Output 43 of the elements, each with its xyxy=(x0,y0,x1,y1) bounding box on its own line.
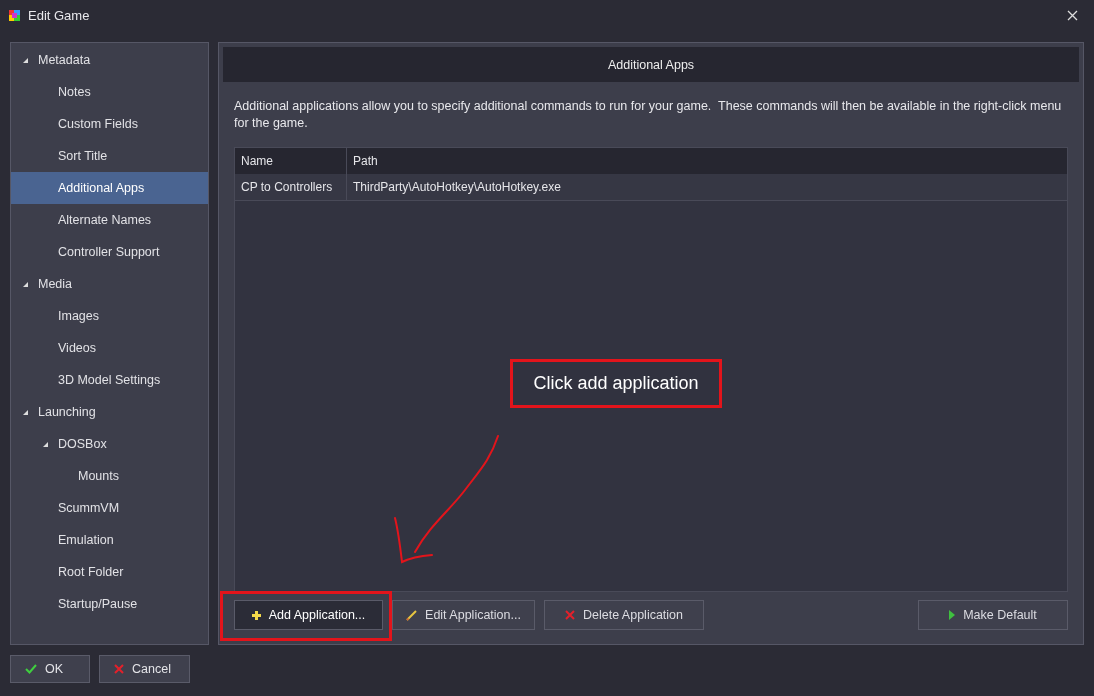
sidebar-item[interactable]: Metadata xyxy=(11,44,208,76)
delete-application-button[interactable]: Delete Application xyxy=(544,600,704,630)
sidebar-item[interactable]: Notes xyxy=(11,76,208,108)
edit-application-button[interactable]: Edit Application... xyxy=(392,600,535,630)
sidebar-item[interactable]: 3D Model Settings xyxy=(11,364,208,396)
add-application-button[interactable]: Add Application... xyxy=(234,600,383,630)
sidebar-item[interactable]: Mounts xyxy=(11,460,208,492)
play-triangle-icon xyxy=(949,610,956,620)
table-cell-text: ThirdParty\AutoHotkey\AutoHotkey.exe xyxy=(352,179,562,196)
app-cube-icon xyxy=(8,8,21,22)
window-title: Edit Game xyxy=(28,7,91,23)
cancel-button[interactable]: Cancel xyxy=(99,655,190,683)
expanded-triangle-icon[interactable] xyxy=(43,441,48,447)
sidebar-item[interactable]: Media xyxy=(11,268,208,300)
close-icon xyxy=(1067,9,1078,21)
delete-icon xyxy=(564,610,575,620)
sidebar-item[interactable]: Controller Support xyxy=(11,236,208,268)
ok-button[interactable]: OK xyxy=(10,655,90,683)
sidebar-item[interactable]: Custom Fields xyxy=(11,108,208,140)
sidebar-item[interactable]: Additional Apps xyxy=(11,172,208,204)
sidebar-item[interactable]: ScummVM xyxy=(11,492,208,524)
pencil-icon xyxy=(406,609,418,621)
cancel-icon xyxy=(114,664,124,674)
expanded-triangle-icon[interactable] xyxy=(23,281,28,287)
sidebar-item[interactable]: Videos xyxy=(11,332,208,364)
sidebar-item[interactable]: Alternate Names xyxy=(11,204,208,236)
section-header: Additional Apps xyxy=(223,47,1079,82)
checkmark-icon xyxy=(25,664,37,674)
sidebar-item[interactable]: Startup/Pause xyxy=(11,588,208,620)
expanded-triangle-icon[interactable] xyxy=(23,57,28,63)
sidebar-item[interactable]: Root Folder xyxy=(11,556,208,588)
sidebar-item[interactable]: DOSBox xyxy=(11,428,208,460)
sidebar-item[interactable]: Sort Title xyxy=(11,140,208,172)
annotation-callout: Click add application xyxy=(510,359,722,408)
sidebar-item[interactable]: Emulation xyxy=(11,524,208,556)
description-text: Additional applications allow you to specify additional commands to run for your game. These commands will then be available in the right-click menu for the game. xyxy=(233,98,1063,132)
expanded-triangle-icon[interactable] xyxy=(23,409,28,415)
sidebar-item[interactable]: Images xyxy=(11,300,208,332)
column-header[interactable]: Path xyxy=(347,148,1067,174)
make-default-button[interactable]: Make Default xyxy=(918,600,1068,630)
sidebar-item[interactable]: Launching xyxy=(11,396,208,428)
table-cell: CP to Controllers xyxy=(235,174,347,200)
plus-icon xyxy=(251,610,261,620)
